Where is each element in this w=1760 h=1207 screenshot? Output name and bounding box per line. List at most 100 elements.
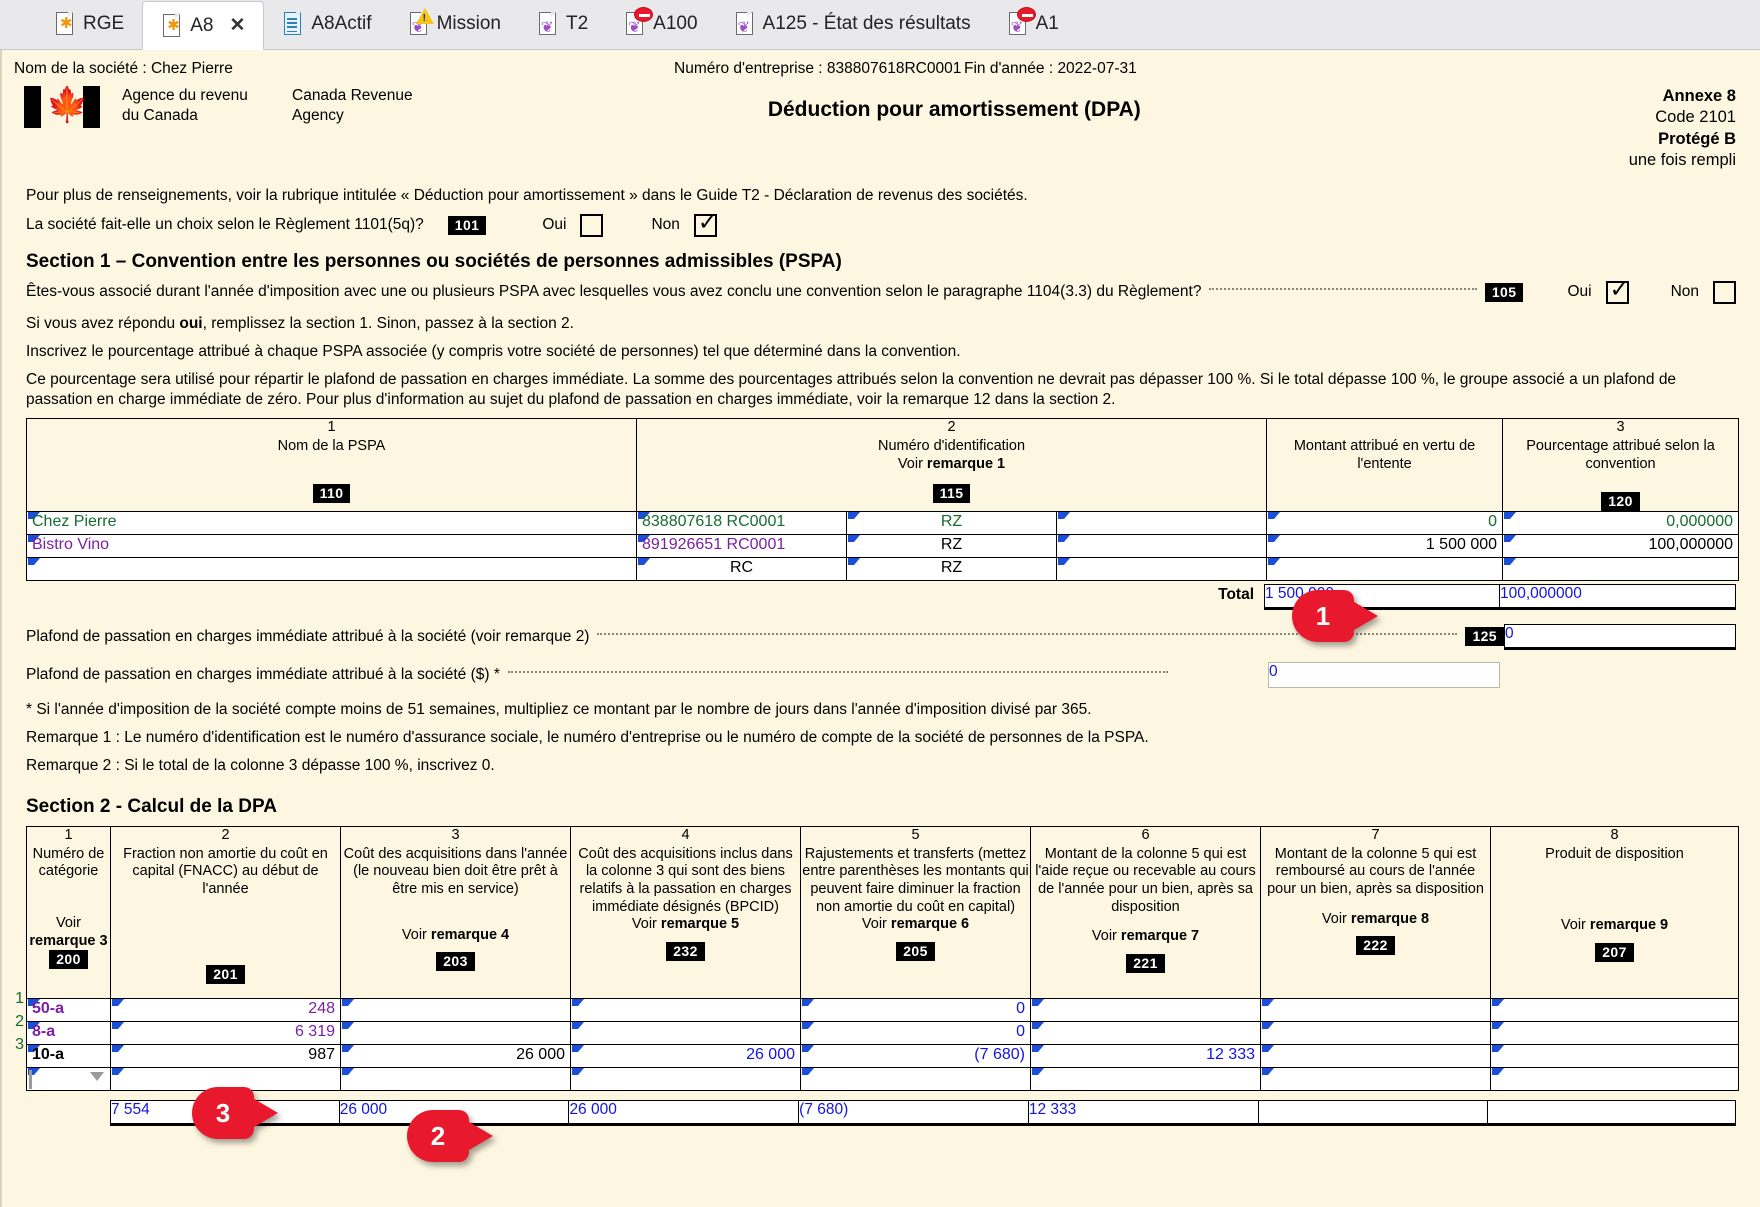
pspa-id-cell[interactable]: 891926651 RC0001 (636, 533, 847, 558)
remark-1: Remarque 1 : Le numéro d'identification … (26, 728, 1149, 746)
dpa-c4-cell[interactable] (570, 1066, 801, 1091)
dpa-total-c4: 26 000 (569, 1099, 800, 1126)
protected-label: Protégé B (1658, 129, 1736, 148)
dpa-c6-cell[interactable] (1030, 997, 1261, 1022)
dpa-c6-cell[interactable]: 12 333 (1030, 1043, 1261, 1068)
pspa-oui-checkbox[interactable] (1605, 277, 1629, 304)
dpa-c3-cell[interactable]: 26 000 (340, 1043, 571, 1068)
cra-logo-block: 🍁 Agence du revenu du Canada Canada Reve… (24, 86, 413, 128)
close-icon[interactable]: ✕ (229, 14, 245, 37)
pspa-name-cell[interactable]: Bistro Vino (26, 533, 637, 558)
line-dollar-row: Plafond de passation en charges immédiat… (26, 661, 1736, 688)
tab-a8[interactable]: ✱ A8 ✕ (142, 1, 265, 50)
pspa-percent-cell[interactable]: 0,000000 (1502, 510, 1740, 535)
pspa-table-header: 1 Nom de la PSPA 110 2 Numéro d'identifi… (26, 418, 1740, 512)
dpa-c6-cell[interactable] (1030, 1066, 1261, 1091)
pspa-p2: Inscrivez le pourcentage attribué à chaq… (26, 343, 961, 361)
dpa-c3-cell[interactable] (340, 1020, 571, 1045)
dpa-c2-cell[interactable]: 987 (110, 1043, 341, 1068)
error-badge-icon (1016, 7, 1036, 22)
pspa-amount-cell[interactable]: 1 500 000 (1266, 533, 1504, 558)
pspa-percent-cell[interactable] (1502, 556, 1740, 581)
election-non-checkbox[interactable] (693, 210, 717, 237)
pspa-id-cell[interactable]: RC (636, 556, 847, 581)
dpa-c8-cell[interactable] (1490, 1043, 1739, 1068)
leader-dots (1209, 288, 1477, 291)
pspa-suffix-cell[interactable]: RZ (846, 510, 1057, 535)
protected-sub: une fois rempli (1628, 151, 1736, 170)
section-2-heading: Section 2 - Calcul de la DPA (26, 795, 277, 817)
dpa-c7-cell[interactable] (1260, 1020, 1491, 1045)
tab-mission[interactable]: ❦! Mission (390, 0, 519, 49)
tab-a100[interactable]: ❦ A100 (606, 0, 715, 49)
dpa-c4-cell[interactable]: 26 000 (570, 1043, 801, 1068)
pspa-id-cell[interactable]: 838807618 RC0001 (636, 510, 847, 535)
dpa-category-cell[interactable]: 10-a (26, 1043, 111, 1068)
tab-label: A8Actif (311, 13, 372, 34)
election-oui-checkbox[interactable] (580, 213, 604, 237)
tab-t2[interactable]: ❦ T2 (519, 0, 606, 49)
pspa-amount-cell[interactable]: 0 (1266, 510, 1504, 535)
tab-label: A8 (190, 14, 214, 36)
pspa-suffix-cell[interactable]: RZ (846, 556, 1057, 581)
dpa-row-number: 2 (15, 1013, 24, 1031)
dpa-c6-cell[interactable] (1030, 1020, 1261, 1045)
dpa-c5-cell[interactable]: 0 (800, 1020, 1031, 1045)
pspa-extra-cell[interactable] (1055, 533, 1268, 558)
election-non-label: Non (651, 216, 680, 234)
tab-a1[interactable]: ❦ A1 (989, 0, 1077, 49)
pspa-percent-cell[interactable]: 100,000000 (1502, 533, 1740, 558)
dpa-c7-cell[interactable] (1260, 1043, 1491, 1068)
tab-a8actif[interactable]: A8Actif (264, 0, 389, 49)
dpa-table-header: 1 Numéro de catégorie Voir remarque 3 20… (26, 825, 1739, 999)
dpa-c7-cell[interactable] (1260, 1066, 1491, 1091)
dpa-category-dropdown[interactable] (26, 1066, 111, 1091)
pspa-p1: Si vous avez répondu oui, remplissez la … (26, 314, 574, 332)
dpa-col-4-header: 4 Coût des acquisitions inclus dans la c… (570, 825, 801, 999)
year-end: Fin d'année : 2022-07-31 (964, 60, 1137, 77)
dpa-c5-cell[interactable]: (7 680) (800, 1043, 1031, 1068)
page-swirl-icon: ❦ (1007, 7, 1036, 37)
dpa-c5-cell[interactable]: 0 (800, 997, 1031, 1022)
dpa-c5-cell[interactable] (800, 1066, 1031, 1091)
pspa-name-cell[interactable] (26, 556, 637, 581)
pspa-name-cell[interactable]: Chez Pierre (26, 510, 637, 535)
page-lines-icon (282, 11, 304, 37)
page-swirl-icon: ❦! (408, 8, 434, 37)
dpa-c4-cell[interactable] (570, 1020, 801, 1045)
leader-dots (507, 670, 1168, 673)
dpa-col-1-header: 1 Numéro de catégorie Voir remarque 3 20… (26, 825, 111, 999)
tab-rge[interactable]: ✱ RGE (36, 0, 142, 49)
dpa-c7-cell[interactable] (1260, 997, 1491, 1022)
section-1-heading: Section 1 – Convention entre les personn… (26, 250, 842, 272)
dpa-c2-cell[interactable]: 6 319 (110, 1020, 341, 1045)
dpa-c8-cell[interactable] (1490, 1020, 1739, 1045)
warning-badge-icon: ! (415, 8, 434, 24)
pspa-amount-cell[interactable] (1266, 556, 1504, 581)
dpa-c2-cell[interactable]: 248 (110, 997, 341, 1022)
pspa-extra-cell[interactable] (1055, 556, 1268, 581)
page-star-icon: ✱ (161, 12, 183, 39)
line-125-field[interactable]: 0 (1504, 623, 1736, 650)
chevron-down-icon (90, 1071, 104, 1081)
pspa-p3: Ce pourcentage sera utilisé pour réparti… (26, 371, 1677, 409)
tab-a125-tat-des-r-sultats[interactable]: ❦ A125 - État des résultats (716, 0, 989, 49)
dpa-category-cell[interactable]: 50-a (26, 997, 111, 1022)
pspa-non-checkbox[interactable] (1713, 280, 1736, 304)
pspa-total-percent: 100,000000 (1500, 583, 1736, 610)
dpa-c3-cell[interactable] (340, 997, 571, 1022)
dpa-c8-cell[interactable] (1490, 1066, 1739, 1091)
dpa-c4-cell[interactable] (570, 997, 801, 1022)
dpa-table-row: 10-a 987 26 000 26 000 (7 680) 12 333 (26, 1043, 1739, 1068)
pspa-suffix-cell[interactable]: RZ (846, 533, 1057, 558)
agency-name-fr: Agence du revenu du Canada (122, 87, 248, 124)
dpa-c8-cell[interactable] (1490, 997, 1739, 1022)
page-swirl-icon: ❦ (624, 7, 654, 37)
line-dollar-field[interactable]: 0 (1268, 661, 1500, 688)
tab-bar[interactable]: ✱ RGE ✱ A8 ✕ A8Actif ❦! Mission ❦ T2 ❦ A100 ❦ A125 - … (0, 0, 1760, 50)
dpa-total-c7 (1258, 1099, 1489, 1126)
dpa-category-cell[interactable]: 8-a (26, 1020, 111, 1045)
dpa-c3-cell[interactable] (340, 1066, 571, 1091)
line-dollar-label: Plafond de passation en charges immédiat… (26, 665, 500, 683)
pspa-extra-cell[interactable] (1055, 510, 1268, 535)
